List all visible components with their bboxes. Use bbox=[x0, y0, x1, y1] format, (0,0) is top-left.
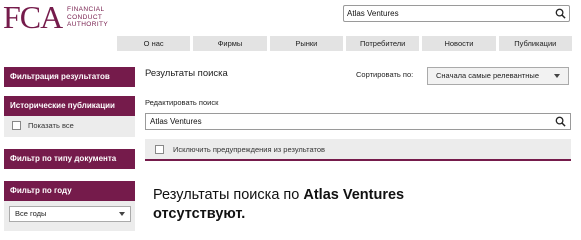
edit-search-label: Редактировать поиск bbox=[145, 98, 219, 107]
logo-text: FINANCIAL CONDUCT AUTHORITY bbox=[67, 5, 108, 28]
logo-line-1: FINANCIAL bbox=[67, 6, 105, 14]
no-results-message: Результаты поиска по Atlas Ventures отсу… bbox=[153, 186, 483, 224]
no-results-query: Atlas Ventures bbox=[303, 187, 405, 203]
nav-item-publications[interactable]: Публикации bbox=[498, 36, 572, 51]
nav-item-about[interactable]: О нас bbox=[117, 36, 191, 51]
nav-item-news[interactable]: Новости bbox=[422, 36, 496, 51]
exclude-warnings-option[interactable]: Исключить предупреждения из результатов bbox=[145, 139, 571, 161]
header-search-input[interactable] bbox=[347, 6, 547, 21]
logo-line-3: AUTHORITY bbox=[67, 21, 109, 29]
edit-search-input[interactable] bbox=[150, 114, 540, 129]
logo-line-2: CONDUCT bbox=[67, 13, 103, 21]
fca-logo[interactable]: FCA FINANCIAL CONDUCT AUTHORITY bbox=[3, 0, 108, 35]
sort-label: Сортировать по: bbox=[356, 70, 414, 79]
search-icon[interactable] bbox=[555, 116, 566, 127]
nav-item-consumers[interactable]: Потребители bbox=[345, 36, 420, 51]
chevron-down-icon bbox=[119, 212, 125, 216]
nav-item-firms[interactable]: Фирмы bbox=[193, 36, 267, 51]
historical-panel: Показать все bbox=[4, 116, 135, 137]
logo-mark: FCA bbox=[3, 0, 63, 35]
header-search bbox=[343, 5, 570, 22]
page-title: Результаты поиска bbox=[145, 68, 228, 79]
nav-item-markets[interactable]: Рынки bbox=[269, 36, 343, 51]
sort-select-value: Сначала самые релевантные bbox=[436, 71, 539, 80]
sort-select[interactable]: Сначала самые релевантные bbox=[427, 67, 569, 85]
chevron-down-icon bbox=[554, 74, 560, 78]
year-filter-panel: Все годы bbox=[4, 201, 135, 231]
filter-results-heading[interactable]: Фильтрация результатов bbox=[4, 67, 135, 87]
edit-search-field bbox=[145, 113, 571, 130]
year-filter-heading[interactable]: Фильтр по году bbox=[4, 181, 135, 201]
show-all-label: Показать все bbox=[28, 121, 74, 130]
no-results-suffix: отсутствуют. bbox=[153, 206, 246, 222]
historical-publications-heading[interactable]: Исторические публикации bbox=[4, 96, 135, 116]
year-select-value: Все годы bbox=[15, 209, 47, 218]
search-icon[interactable] bbox=[555, 8, 566, 19]
main-nav: О нас Фирмы Рынки Потребители Новости Пу… bbox=[117, 36, 572, 51]
show-all-option[interactable]: Показать все bbox=[4, 116, 135, 135]
exclude-warnings-label: Исключить предупреждения из результатов bbox=[173, 144, 325, 154]
show-all-checkbox[interactable] bbox=[12, 121, 21, 130]
no-results-prefix: Результаты поиска по bbox=[153, 187, 304, 203]
exclude-warnings-checkbox[interactable] bbox=[155, 144, 164, 154]
year-select[interactable]: Все годы bbox=[9, 206, 131, 222]
document-type-filter-heading[interactable]: Фильтр по типу документа bbox=[4, 149, 135, 169]
